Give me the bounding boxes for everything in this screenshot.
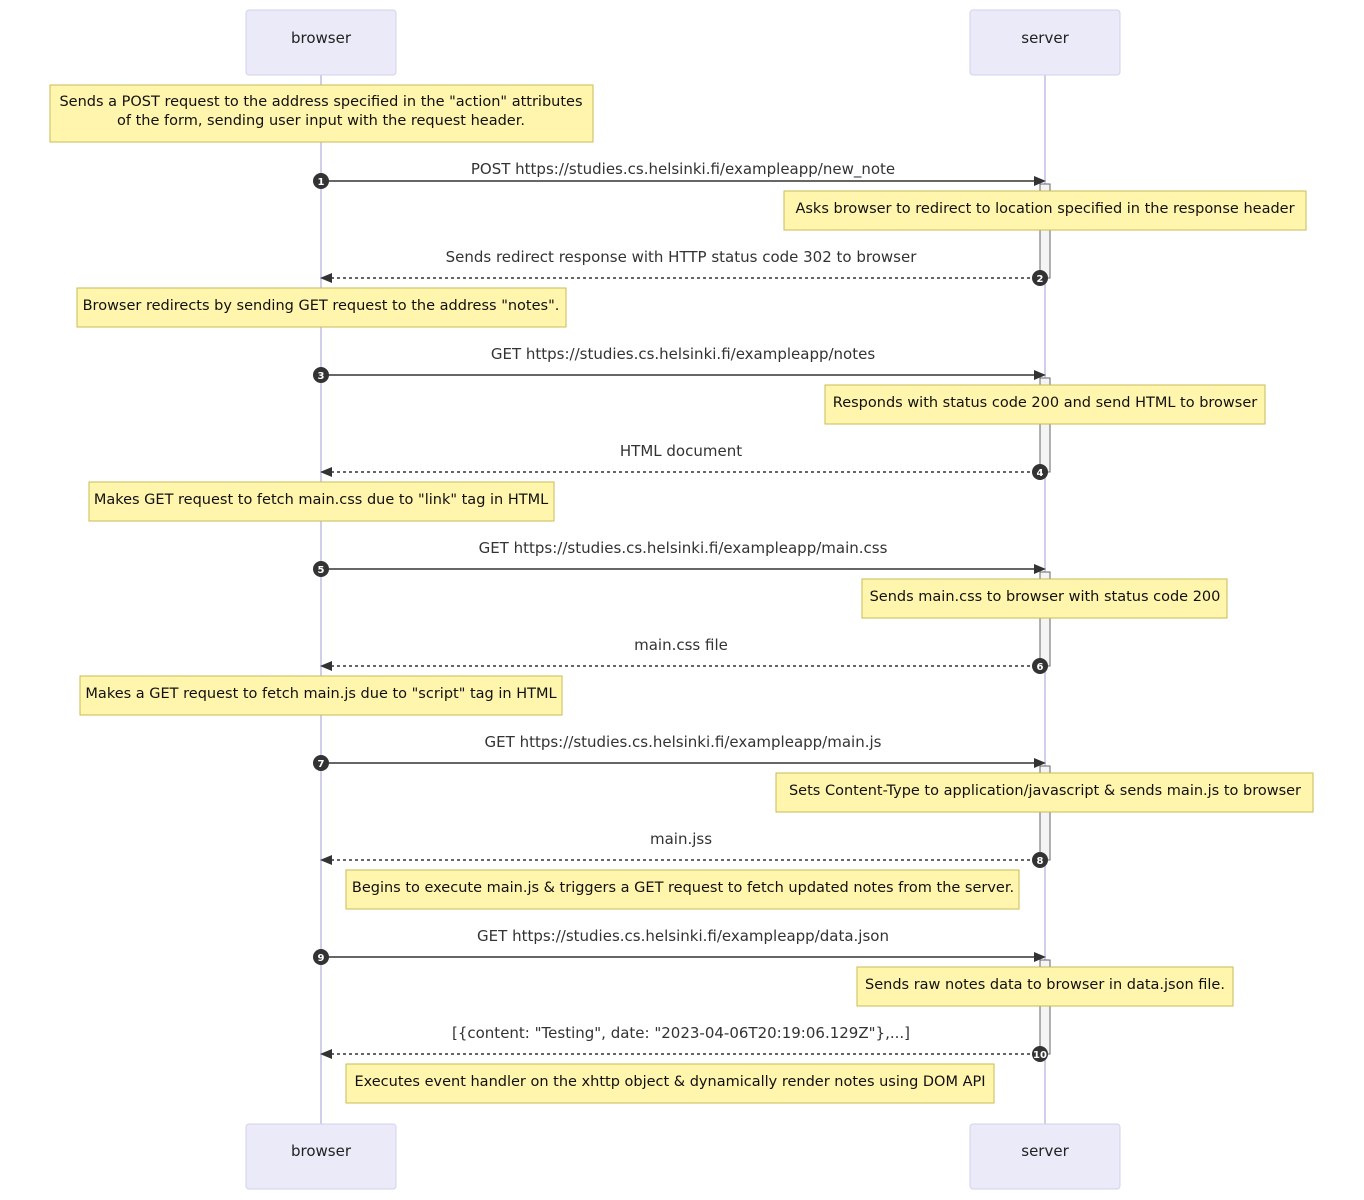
actor-server-top: server (969, 9, 1121, 76)
note-3: Browser redirects by sending GET request… (76, 287, 567, 328)
sequence-number: 5 (318, 565, 325, 576)
sequence-diagram: browser server browser server Sends a PO… (49, 9, 1314, 1190)
note-text-line: Asks browser to redirect to location spe… (795, 201, 1294, 217)
note-4: Responds with status code 200 and send H… (824, 384, 1266, 425)
note-5: Makes GET request to fetch main.css due … (88, 481, 555, 522)
note-text-line: Sets Content-Type to application/javascr… (789, 783, 1301, 799)
note-text-line: of the form, sending user input with the… (117, 113, 525, 129)
message-label: GET https://studies.cs.helsinki.fi/examp… (479, 539, 888, 557)
sequence-number: 2 (1037, 274, 1044, 285)
note-text-line: Sends raw notes data to browser in data.… (865, 977, 1225, 993)
note-text-line: Sends a POST request to the address spec… (59, 94, 582, 110)
sequence-number: 7 (318, 759, 325, 770)
message-label: GET https://studies.cs.helsinki.fi/examp… (491, 345, 875, 363)
sequence-number: 4 (1037, 468, 1044, 479)
message-2: Sends redirect response with HTTP status… (320, 248, 1048, 286)
note-text-line: Begins to execute main.js & triggers a G… (352, 880, 1014, 896)
actor-label: server (1021, 1142, 1069, 1160)
message-8: main.jss 8 (320, 830, 1048, 868)
sequence-number: 1 (318, 177, 325, 188)
message-4: HTML document 4 (320, 442, 1048, 480)
note-8: Sets Content-Type to application/javascr… (775, 772, 1314, 813)
actor-browser-top: browser (245, 9, 397, 76)
note-text-line: Browser redirects by sending GET request… (83, 298, 560, 314)
note-2: Asks browser to redirect to location spe… (783, 190, 1307, 231)
note-text-line: Executes event handler on the xhttp obje… (354, 1074, 985, 1090)
message-3: GET https://studies.cs.helsinki.fi/examp… (313, 345, 1046, 383)
message-9: GET https://studies.cs.helsinki.fi/examp… (313, 927, 1046, 965)
message-7: GET https://studies.cs.helsinki.fi/examp… (313, 733, 1046, 771)
message-label: main.css file (634, 636, 728, 654)
message-label: GET https://studies.cs.helsinki.fi/examp… (485, 733, 882, 751)
actor-server-bottom: server (969, 1123, 1121, 1190)
sequence-number: 8 (1037, 856, 1044, 867)
note-text-line: Makes GET request to fetch main.css due … (94, 492, 548, 508)
actor-label: server (1021, 29, 1069, 47)
note-1: Sends a POST request to the address spec… (49, 84, 594, 143)
note-9: Begins to execute main.js & triggers a G… (345, 869, 1020, 910)
message-1: POST https://studies.cs.helsinki.fi/exam… (313, 160, 1046, 189)
sequence-number: 3 (318, 371, 325, 382)
note-6: Sends main.css to browser with status co… (861, 578, 1228, 619)
actor-browser-bottom: browser (245, 1123, 397, 1190)
message-5: GET https://studies.cs.helsinki.fi/examp… (313, 539, 1046, 577)
sequence-number: 6 (1037, 662, 1044, 673)
message-label: [{content: "Testing", date: "2023-04-06T… (452, 1024, 910, 1042)
note-text-line: Responds with status code 200 and send H… (833, 395, 1257, 411)
note-text-line: Makes a GET request to fetch main.js due… (85, 686, 556, 702)
note-11: Executes event handler on the xhttp obje… (345, 1063, 995, 1104)
actor-label: browser (291, 29, 352, 47)
note-10: Sends raw notes data to browser in data.… (856, 966, 1234, 1007)
note-text-line: Sends main.css to browser with status co… (870, 589, 1221, 605)
sequence-number: 9 (318, 953, 325, 964)
message-label: HTML document (620, 442, 742, 460)
message-label: main.jss (650, 830, 712, 848)
message-label: Sends redirect response with HTTP status… (446, 248, 918, 266)
message-label: POST https://studies.cs.helsinki.fi/exam… (471, 160, 895, 179)
sequence-number: 10 (1033, 1050, 1047, 1061)
actor-label: browser (291, 1142, 352, 1160)
message-10: [{content: "Testing", date: "2023-04-06T… (320, 1024, 1048, 1062)
note-7: Makes a GET request to fetch main.js due… (79, 675, 563, 716)
message-label: GET https://studies.cs.helsinki.fi/examp… (477, 927, 889, 945)
message-6: main.css file 6 (320, 636, 1048, 674)
